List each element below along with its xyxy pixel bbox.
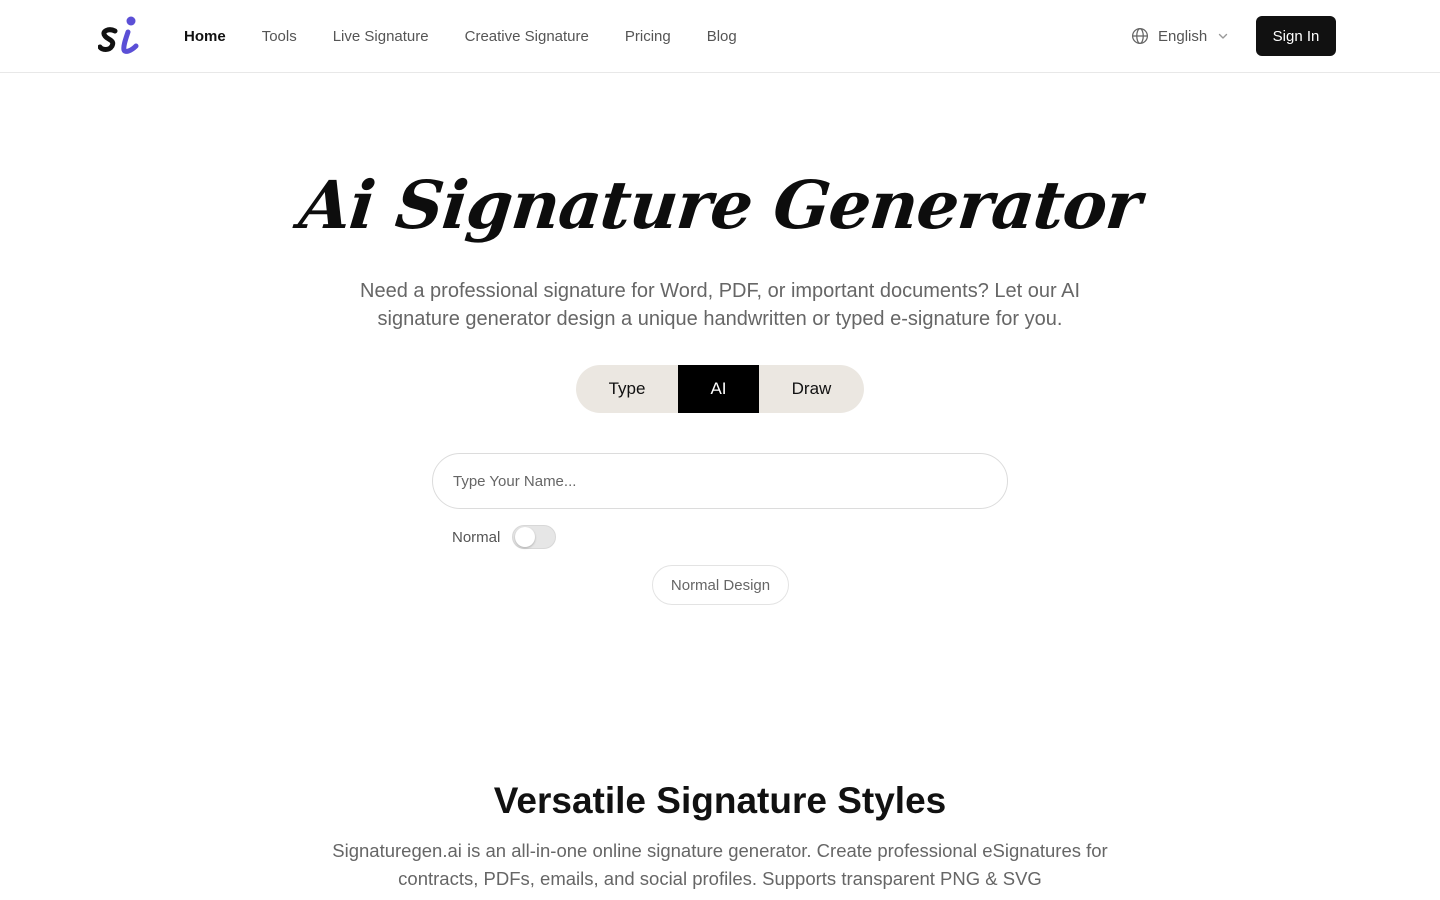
mode-tabs: Type AI Draw — [576, 365, 864, 413]
sign-in-button[interactable]: Sign In — [1256, 16, 1336, 56]
normal-toggle[interactable] — [512, 525, 557, 549]
language-selector[interactable]: English — [1131, 25, 1229, 47]
nav-link-blog[interactable]: Blog — [707, 28, 737, 45]
hero-subtitle: Need a professional signature for Word, … — [360, 280, 1080, 330]
globe-icon — [1131, 27, 1149, 45]
nav-link-home[interactable]: Home — [184, 28, 226, 45]
nav-link-pricing[interactable]: Pricing — [625, 28, 671, 45]
name-input[interactable] — [432, 453, 1008, 509]
tab-ai[interactable]: AI — [678, 365, 759, 413]
nav-link-creative-signature[interactable]: Creative Signature — [465, 28, 589, 45]
normal-toggle-row: Normal — [452, 524, 557, 550]
toggle-label: Normal — [452, 528, 501, 546]
tab-draw[interactable]: Draw — [759, 365, 864, 413]
language-label: English — [1158, 27, 1208, 45]
site-header: Home Tools Live Signature Creative Signa… — [0, 0, 1440, 73]
logo-mark-icon — [97, 16, 139, 54]
section-title: Versatile Signature Styles — [493, 780, 947, 821]
site-logo[interactable] — [97, 14, 144, 56]
toggle-knob — [515, 527, 536, 547]
section-subtitle: Signaturegen.ai is an all-in-one online … — [332, 840, 1108, 889]
nav-link-live-signature[interactable]: Live Signature — [333, 28, 429, 45]
tab-type[interactable]: Type — [576, 365, 678, 413]
main-nav: Home Tools Live Signature Creative Signa… — [184, 0, 773, 72]
nav-link-tools[interactable]: Tools — [262, 28, 297, 45]
hero-title: Ai Signature Generator — [295, 166, 1145, 244]
normal-design-button[interactable]: Normal Design — [652, 565, 789, 605]
chevron-down-icon — [1219, 33, 1228, 39]
